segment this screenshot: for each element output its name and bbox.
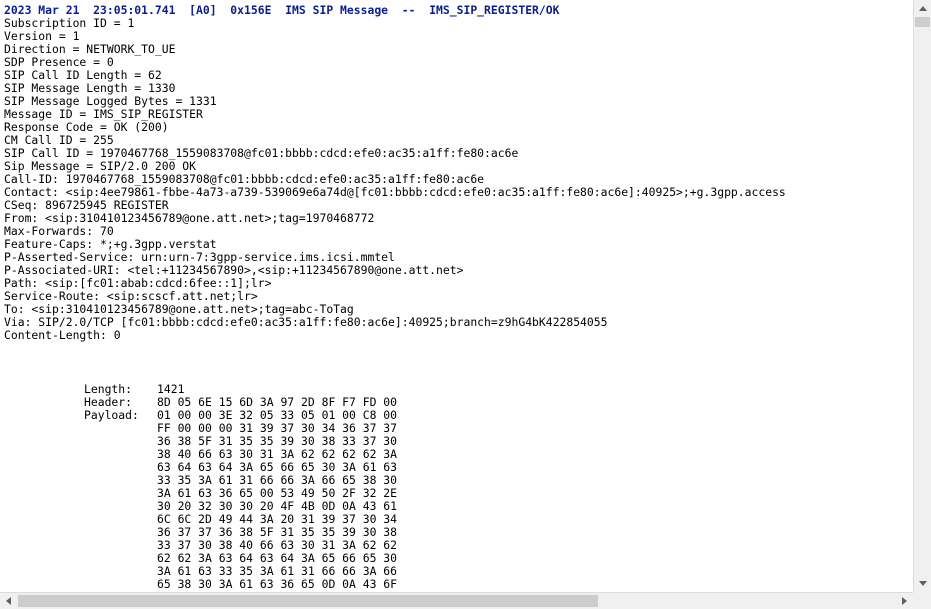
scroll-down-button[interactable] <box>914 575 931 592</box>
payload-label: Payload: <box>84 408 139 422</box>
scrollbar-corner <box>913 592 931 609</box>
vertical-scrollbar[interactable] <box>913 0 931 592</box>
scroll-right-button[interactable] <box>896 593 913 609</box>
log-viewer-content: 2023 Mar 21 23:05:01.741 [A0] 0x156E IMS… <box>0 0 913 592</box>
log-line: Content-Length: 0 <box>4 328 121 342</box>
payload-hex-row: 65 38 30 3A 61 63 36 65 0D 0A 43 6F <box>157 577 398 591</box>
horizontal-scrollbar[interactable] <box>0 592 913 609</box>
triangle-right-icon <box>902 597 907 605</box>
horizontal-scroll-thumb[interactable] <box>18 595 598 607</box>
vertical-scroll-thumb[interactable] <box>915 17 930 27</box>
triangle-up-icon <box>919 6 927 11</box>
triangle-down-icon <box>919 581 927 586</box>
triangle-left-icon <box>6 597 11 605</box>
scroll-left-button[interactable] <box>0 593 17 609</box>
scroll-up-button[interactable] <box>914 0 931 17</box>
